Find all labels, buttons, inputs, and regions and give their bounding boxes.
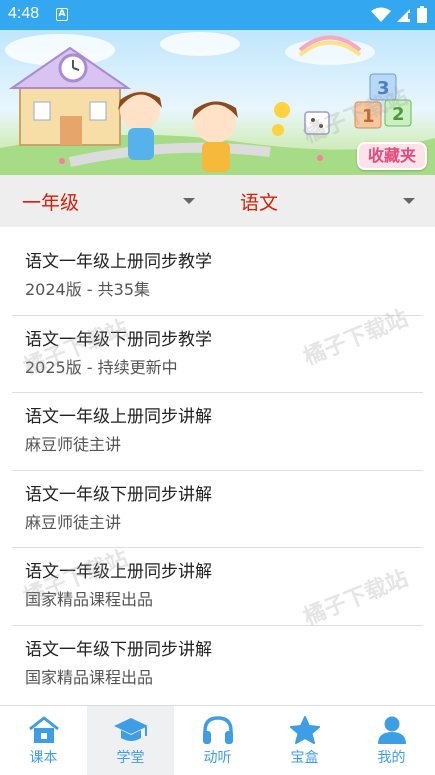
course-list-item[interactable]: 语文一年级下册同步教学 2025版 - 持续更新中: [12, 316, 423, 393]
grade-dropdown[interactable]: 一年级: [0, 175, 215, 227]
course-list-item[interactable]: 语文一年级上册同步讲解 麻豆师徒主讲: [12, 393, 423, 471]
nav-tab-classroom[interactable]: 学堂: [87, 706, 174, 775]
nav-label: 宝盒: [290, 750, 319, 766]
subject-dropdown[interactable]: 语文: [220, 175, 435, 227]
course-subtitle: 国家精品课程出品: [25, 667, 154, 687]
course-title: 语文一年级上册同步讲解: [25, 562, 212, 582]
star-icon: [289, 716, 320, 744]
course-subtitle: 2025版 - 持续更新中: [25, 357, 178, 377]
nav-tab-mine[interactable]: 我的: [348, 706, 435, 775]
signal-icon: [397, 8, 410, 22]
bottom-navigation: 课本 学堂 动听 宝盒 我的: [0, 705, 435, 775]
nav-label: 学堂: [116, 750, 145, 766]
course-list-item[interactable]: 语文一年级上册同步讲解 国家精品课程出品: [12, 548, 423, 626]
course-title: 语文一年级下册同步讲解: [25, 484, 212, 505]
course-list: 语文一年级上册同步教学 2024版 - 共35集 语文一年级下册同步教学 202…: [12, 238, 423, 703]
svg-text:2: 2: [392, 104, 405, 125]
graduation-cap-icon: [113, 718, 148, 741]
nav-tab-treasure[interactable]: 宝盒: [261, 706, 348, 775]
status-bar: 4:48 A: [0, 0, 435, 30]
dropdown-arrow-icon: [183, 198, 195, 204]
wifi-icon: [371, 7, 391, 22]
course-list-item[interactable]: 语文一年级下册同步讲解 国家精品课程出品: [12, 626, 423, 704]
course-title: 语文一年级上册同步讲解: [25, 407, 212, 427]
banner-image: 3 1 2 收藏夹 橘子下载站: [0, 30, 435, 175]
nav-tab-textbook[interactable]: 课本: [0, 706, 87, 775]
person-icon: [377, 716, 406, 744]
status-icons: [371, 6, 427, 23]
svg-text:3: 3: [377, 78, 390, 99]
course-title: 语文一年级上册同步教学: [25, 252, 212, 272]
grade-dropdown-label: 一年级: [22, 191, 80, 214]
nav-label: 课本: [29, 750, 58, 766]
notification-icon: A: [56, 8, 68, 21]
battery-icon: [417, 6, 427, 23]
dropdown-arrow-icon: [403, 198, 415, 204]
course-subtitle: 麻豆师徒主讲: [25, 435, 122, 454]
nav-label: 动听: [203, 750, 232, 766]
nav-label: 我的: [377, 750, 406, 766]
subject-dropdown-label: 语文: [240, 191, 279, 214]
course-list-item[interactable]: 语文一年级上册同步教学 2024版 - 共35集: [12, 238, 423, 316]
svg-text:1: 1: [362, 106, 375, 127]
course-title: 语文一年级下册同步讲解: [25, 639, 212, 660]
course-subtitle: 2024版 - 共35集: [25, 280, 151, 299]
course-subtitle: 国家精品课程出品: [25, 590, 154, 609]
filter-bar: 一年级 语文: [0, 175, 435, 227]
headphones-icon: [202, 716, 233, 744]
favorites-button[interactable]: 收藏夹: [357, 142, 427, 170]
course-list-item[interactable]: 语文一年级下册同步讲解 麻豆师徒主讲: [12, 471, 423, 548]
course-subtitle: 麻豆师徒主讲: [25, 512, 122, 532]
house-icon: [28, 716, 59, 743]
course-title: 语文一年级下册同步教学: [25, 329, 212, 350]
nav-tab-listen[interactable]: 动听: [174, 706, 261, 775]
status-time: 4:48: [8, 5, 40, 22]
